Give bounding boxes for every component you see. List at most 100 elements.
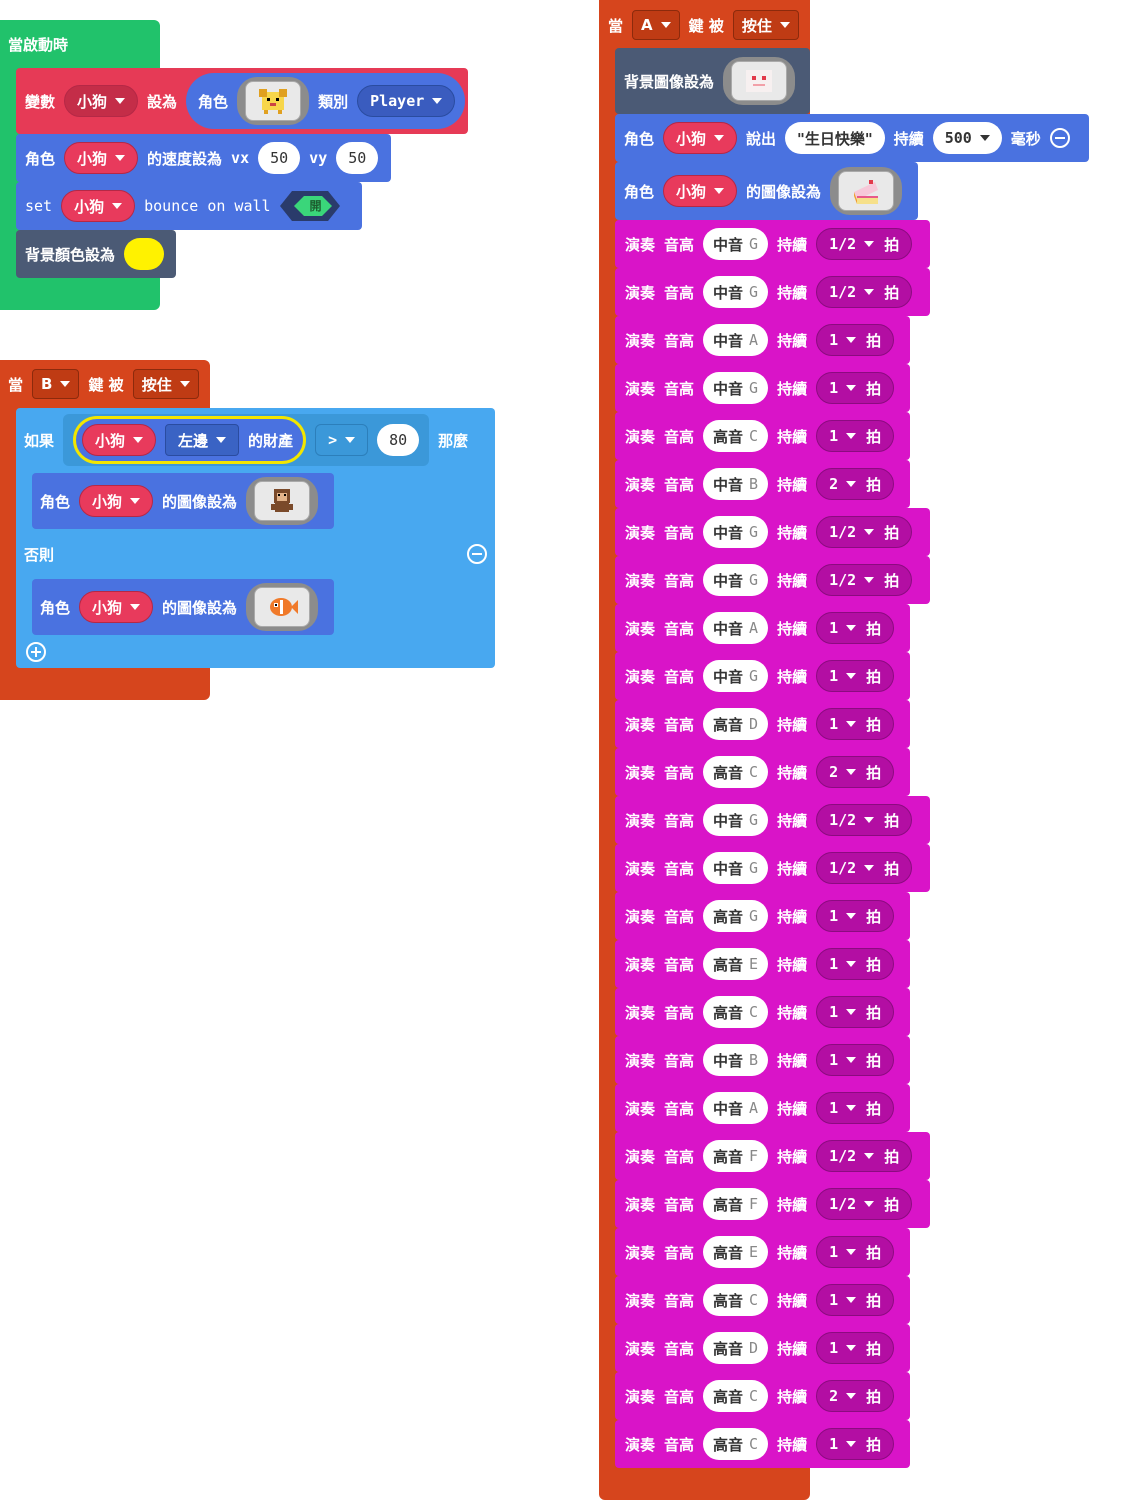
- note-picker[interactable]: 中音 B: [703, 1044, 769, 1076]
- sprite-image-picker[interactable]: [237, 77, 310, 125]
- kind-dropdown[interactable]: Player: [357, 85, 456, 117]
- set-variable-block[interactable]: 變數 小狗 設為 角色 類別 Player: [16, 68, 468, 134]
- play-tone-block[interactable]: 演奏 音高 中音 G 持續 1/2 拍: [615, 844, 930, 892]
- sprite-set-image-block[interactable]: 角色 小狗 的圖像設為: [615, 162, 918, 220]
- operator-dropdown[interactable]: >: [315, 424, 369, 456]
- beat-dropdown[interactable]: 1/2 拍: [816, 1188, 913, 1220]
- play-tone-block[interactable]: 演奏 音高 高音 C 持續 2 拍: [615, 1372, 910, 1420]
- play-tone-block[interactable]: 演奏 音高 中音 G 持續 1/2 拍: [615, 268, 930, 316]
- bounce-on-wall-block[interactable]: set 小狗 bounce on wall 開: [16, 182, 362, 230]
- note-picker[interactable]: 中音 G: [703, 852, 769, 884]
- set-background-image-block[interactable]: 背景圖像設為: [615, 48, 810, 114]
- sprite-variable-dropdown[interactable]: 小狗: [663, 122, 738, 154]
- play-tone-block[interactable]: 演奏 音高 高音 C 持續 1 拍: [615, 1276, 910, 1324]
- image-picker[interactable]: [246, 477, 319, 525]
- play-tone-block[interactable]: 演奏 音高 高音 E 持續 1 拍: [615, 940, 910, 988]
- play-tone-block[interactable]: 演奏 音高 高音 G 持續 1 拍: [615, 892, 910, 940]
- minus-circle-icon[interactable]: [1049, 128, 1070, 148]
- image-picker[interactable]: [830, 167, 903, 215]
- play-tone-block[interactable]: 演奏 音高 高音 C 持續 2 拍: [615, 748, 910, 796]
- note-picker[interactable]: 中音 G: [703, 804, 769, 836]
- beat-dropdown[interactable]: 1拍: [816, 996, 895, 1028]
- beat-dropdown[interactable]: 1/2 拍: [816, 804, 913, 836]
- note-picker[interactable]: 高音 F: [703, 1140, 769, 1172]
- variable-dropdown[interactable]: 小狗: [64, 85, 139, 117]
- note-picker[interactable]: 中音 G: [703, 276, 769, 308]
- note-picker[interactable]: 高音 C: [703, 1380, 769, 1412]
- note-picker[interactable]: 中音 G: [703, 564, 769, 596]
- beat-dropdown[interactable]: 1拍: [816, 1332, 895, 1364]
- note-picker[interactable]: 高音 D: [703, 708, 769, 740]
- beat-dropdown[interactable]: 1拍: [816, 372, 895, 404]
- beat-dropdown[interactable]: 1/2 拍: [816, 276, 913, 308]
- play-tone-block[interactable]: 演奏 音高 高音 D 持續 1 拍: [615, 700, 910, 748]
- note-picker[interactable]: 中音 A: [703, 1092, 769, 1124]
- note-picker[interactable]: 高音 G: [703, 900, 769, 932]
- play-tone-block[interactable]: 演奏 音高 中音 A 持續 1 拍: [615, 604, 910, 652]
- beat-dropdown[interactable]: 1拍: [816, 1284, 895, 1316]
- note-picker[interactable]: 高音 E: [703, 948, 769, 980]
- note-picker[interactable]: 高音 D: [703, 1332, 769, 1364]
- play-tone-block[interactable]: 演奏 音高 中音 A 持續 1 拍: [615, 316, 910, 364]
- note-picker[interactable]: 高音 C: [703, 996, 769, 1028]
- sprite-say-block[interactable]: 角色 小狗 說出 "生日快樂" 持續 500 毫秒: [615, 114, 1089, 162]
- color-swatch[interactable]: [124, 238, 165, 270]
- beat-dropdown[interactable]: 1/2 拍: [816, 1140, 913, 1172]
- beat-dropdown[interactable]: 1/2 拍: [816, 852, 913, 884]
- plus-circle-icon[interactable]: [26, 642, 46, 666]
- play-tone-block[interactable]: 演奏 音高 高音 F 持續 1/2 拍: [615, 1180, 930, 1228]
- beat-dropdown[interactable]: 1拍: [816, 1236, 895, 1268]
- sprite-variable-dropdown[interactable]: 小狗: [82, 424, 157, 456]
- note-picker[interactable]: 中音 G: [703, 228, 769, 260]
- note-picker[interactable]: 中音 A: [703, 612, 769, 644]
- side-dropdown[interactable]: 左邊: [165, 424, 240, 456]
- sprite-variable-dropdown[interactable]: 小狗: [79, 591, 154, 623]
- compare-value-input[interactable]: 80: [377, 424, 420, 456]
- sprite-variable-dropdown[interactable]: 小狗: [663, 175, 738, 207]
- key-dropdown[interactable]: B: [32, 369, 80, 399]
- play-tone-block[interactable]: 演奏 音高 高音 C 持續 1 拍: [615, 988, 910, 1036]
- play-tone-block[interactable]: 演奏 音高 高音 F 持續 1/2 拍: [615, 1132, 930, 1180]
- background-image-picker[interactable]: [723, 57, 796, 105]
- beat-dropdown[interactable]: 1拍: [816, 612, 895, 644]
- set-velocity-block[interactable]: 角色 小狗 的速度設為 vx 50 vy 50: [16, 134, 391, 182]
- note-picker[interactable]: 中音 B: [703, 468, 769, 500]
- beat-dropdown[interactable]: 1拍: [816, 324, 895, 356]
- set-background-color-block[interactable]: 背景顏色設為: [16, 230, 176, 278]
- play-tone-block[interactable]: 演奏 音高 中音 G 持續 1 拍: [615, 652, 910, 700]
- sprite-variable-dropdown[interactable]: 小狗: [61, 190, 136, 222]
- play-tone-block[interactable]: 演奏 音高 高音 C 持續 1 拍: [615, 1420, 910, 1468]
- note-picker[interactable]: 高音 C: [703, 1284, 769, 1316]
- compare-block[interactable]: 小狗 左邊 的財產 > 80: [63, 414, 430, 466]
- action-dropdown[interactable]: 按住: [132, 369, 199, 399]
- play-tone-block[interactable]: 演奏 音高 中音 G 持續 1/2 拍: [615, 556, 930, 604]
- note-picker[interactable]: 高音 E: [703, 1236, 769, 1268]
- beat-dropdown[interactable]: 1拍: [816, 948, 895, 980]
- else-set-image-block[interactable]: 角色 小狗 的圖像設為: [32, 579, 334, 635]
- play-tone-block[interactable]: 演奏 音高 高音 D 持續 1 拍: [615, 1324, 910, 1372]
- beat-dropdown[interactable]: 1/2 拍: [816, 516, 913, 548]
- beat-dropdown[interactable]: 2拍: [816, 468, 895, 500]
- image-picker[interactable]: [246, 583, 319, 631]
- minus-circle-icon[interactable]: [467, 544, 487, 564]
- note-picker[interactable]: 中音 A: [703, 324, 769, 356]
- note-picker[interactable]: 高音 F: [703, 1188, 769, 1220]
- beat-dropdown[interactable]: 1拍: [816, 660, 895, 692]
- note-picker[interactable]: 高音 C: [703, 756, 769, 788]
- note-picker[interactable]: 中音 G: [703, 516, 769, 548]
- play-tone-block[interactable]: 演奏 音高 高音 E 持續 1 拍: [615, 1228, 910, 1276]
- play-tone-block[interactable]: 演奏 音高 中音 B 持續 1 拍: [615, 1036, 910, 1084]
- duration-dropdown[interactable]: 500: [932, 122, 1002, 154]
- play-tone-block[interactable]: 演奏 音高 中音 A 持續 1 拍: [615, 1084, 910, 1132]
- sprite-variable-dropdown[interactable]: 小狗: [64, 142, 139, 174]
- beat-dropdown[interactable]: 1拍: [816, 1044, 895, 1076]
- beat-dropdown[interactable]: 2拍: [816, 756, 895, 788]
- vy-input[interactable]: 50: [336, 142, 379, 174]
- beat-dropdown[interactable]: 1拍: [816, 900, 895, 932]
- action-dropdown[interactable]: 按住: [732, 10, 799, 40]
- beat-dropdown[interactable]: 1/2 拍: [816, 228, 913, 260]
- create-sprite-block[interactable]: 角色 類別 Player: [186, 73, 466, 129]
- beat-dropdown[interactable]: 2拍: [816, 1380, 895, 1412]
- sprite-variable-dropdown[interactable]: 小狗: [79, 485, 154, 517]
- play-tone-block[interactable]: 演奏 音高 高音 C 持續 1 拍: [615, 412, 910, 460]
